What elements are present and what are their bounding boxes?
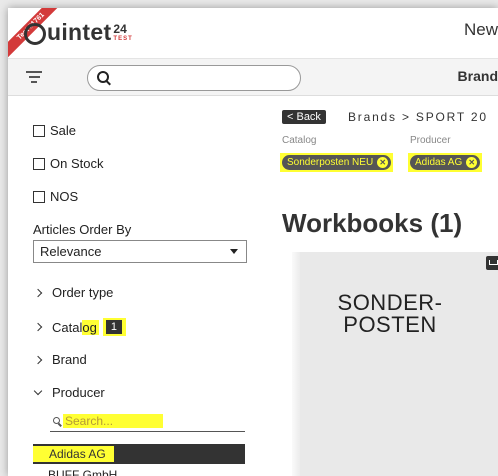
- logo-version: 24: [113, 22, 127, 36]
- chip-body: Adidas AG ✕: [410, 155, 481, 170]
- chip-label: Adidas AG: [415, 157, 463, 168]
- filter-sidebar: Sale On Stock NOS Articles Order By Rele…: [8, 96, 262, 476]
- chevron-down-icon: [33, 386, 43, 396]
- toolbar: Brand: [8, 59, 498, 96]
- filter-menu-icon[interactable]: [26, 71, 42, 85]
- facet-catalog[interactable]: Catalog 1: [33, 318, 126, 336]
- active-filter-chip[interactable]: Adidas AG ✕: [408, 153, 483, 172]
- chevron-right-icon: [33, 322, 43, 332]
- producer-filter-label: Producer: [410, 135, 451, 146]
- toolbar-brand-label: Brand: [457, 68, 498, 84]
- filter-on-stock-label: On Stock: [50, 156, 104, 171]
- filter-on-stock[interactable]: On Stock: [33, 156, 103, 171]
- logo-q-icon: [24, 23, 46, 45]
- logo-superscript: 24 TEST: [113, 22, 133, 44]
- card-shadow: [292, 252, 300, 476]
- filter-sale[interactable]: Sale: [33, 123, 76, 138]
- breadcrumb[interactable]: Brands > SPORT 20: [348, 110, 488, 124]
- close-icon[interactable]: ✕: [466, 157, 478, 168]
- order-by-title: Articles Order By: [33, 222, 132, 237]
- card-line-1: SONDER-: [337, 290, 443, 315]
- producer-search-input[interactable]: [63, 414, 163, 428]
- chip-label: Sonderposten NEU: [287, 157, 374, 168]
- checkbox[interactable]: [33, 190, 45, 203]
- app-header: Test #1761 uintet 24 TEST New: [8, 8, 498, 63]
- main-content: < Back Brands > SPORT 20 Catalog Produce…: [262, 96, 498, 476]
- checkbox[interactable]: [33, 124, 45, 137]
- search-box[interactable]: [87, 65, 301, 91]
- active-filter-chip[interactable]: Sonderposten NEU ✕: [280, 153, 394, 172]
- logo-test-label: TEST: [113, 36, 133, 42]
- card-line-2: POSTEN: [343, 312, 437, 337]
- header-new-link[interactable]: New: [464, 20, 498, 40]
- producer-item-selected[interactable]: Adidas AG: [33, 444, 245, 464]
- facet-catalog-label: Catalog: [52, 319, 99, 335]
- filter-sale-label: Sale: [50, 123, 77, 138]
- facet-brand[interactable]: Brand: [33, 352, 87, 367]
- search-icon: [97, 71, 109, 83]
- app-window: Test #1761 uintet 24 TEST New Brand Sale: [8, 8, 498, 476]
- producer-search[interactable]: [50, 413, 245, 432]
- facet-catalog-label-text: Catal: [52, 319, 83, 335]
- facet-brand-label: Brand: [52, 352, 87, 367]
- chevron-right-icon: [33, 288, 43, 297]
- filter-nos-label: NOS: [50, 189, 79, 204]
- search-input[interactable]: [114, 69, 298, 87]
- producer-item[interactable]: BUFF GmbH: [48, 468, 117, 476]
- checkbox[interactable]: [33, 157, 45, 170]
- close-icon[interactable]: ✕: [377, 157, 389, 168]
- search-icon: [53, 417, 60, 424]
- product-card-image-text: SONDER- POSTEN: [300, 292, 480, 336]
- cart-icon[interactable]: [486, 256, 498, 270]
- order-by-value: Relevance: [40, 244, 102, 259]
- producer-item-label: Adidas AG: [33, 446, 114, 462]
- facet-producer-label: Producer: [52, 385, 105, 400]
- facet-catalog-label-highlight: og: [82, 319, 99, 335]
- facet-catalog-count-badge: 1: [102, 318, 126, 336]
- logo-text: uintet: [47, 19, 112, 45]
- back-button[interactable]: < Back: [282, 110, 326, 124]
- filter-nos[interactable]: NOS: [33, 189, 78, 204]
- chip-body: Sonderposten NEU ✕: [282, 155, 392, 170]
- logo[interactable]: uintet 24 TEST: [24, 18, 133, 46]
- chevron-right-icon: [33, 355, 43, 364]
- page-title: Workbooks (1): [282, 208, 463, 238]
- facet-producer[interactable]: Producer: [33, 385, 105, 400]
- facet-order-type[interactable]: Order type: [33, 285, 113, 300]
- product-card[interactable]: SONDER- POSTEN: [300, 252, 498, 476]
- chevron-down-icon: [230, 249, 238, 254]
- catalog-filter-label: Catalog: [282, 135, 317, 146]
- facet-order-type-label: Order type: [52, 285, 114, 300]
- order-by-select[interactable]: Relevance: [33, 240, 247, 263]
